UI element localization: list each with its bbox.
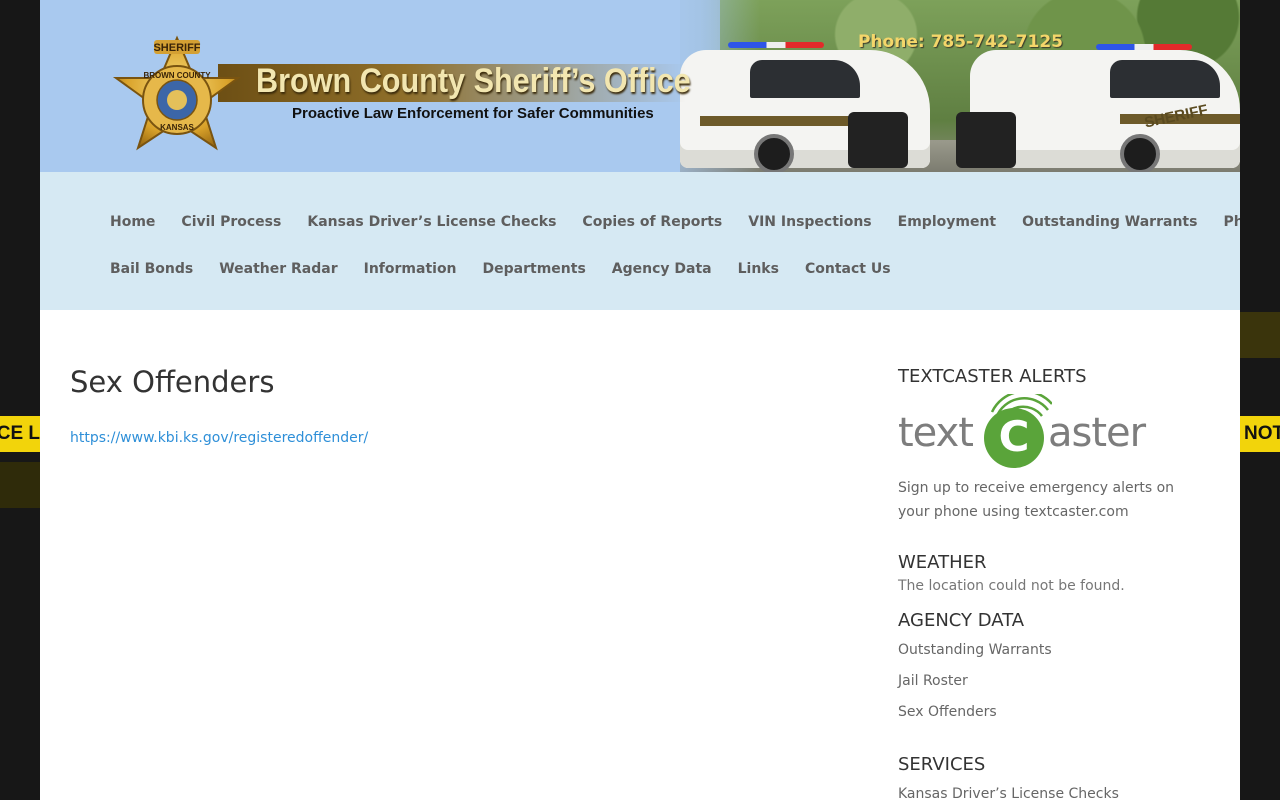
nav-item-links[interactable]: Links	[738, 261, 779, 277]
nav-item-information[interactable]: Information	[364, 261, 457, 277]
nav-item-contact-us[interactable]: Contact Us	[805, 261, 891, 277]
nav-item-civil-process[interactable]: Civil Process	[181, 214, 281, 230]
textcaster-description: Sign up to receive emergency alerts on y…	[898, 480, 1175, 520]
push-bumper-right	[956, 112, 1016, 168]
agency-link-sex-offenders[interactable]: Sex Offenders	[898, 704, 1052, 735]
nav-item-bail-bonds[interactable]: Bail Bonds	[110, 261, 193, 277]
caution-tape-right: NOT	[1240, 416, 1280, 452]
light-bar-icon	[728, 42, 824, 48]
header-phone: Phone: 785-742-7125	[858, 32, 1063, 52]
car-wheel-icon	[754, 134, 794, 172]
services-link-license-checks[interactable]: Kansas Driver’s License Checks	[898, 786, 1119, 800]
car-window	[1110, 60, 1220, 98]
nav-item-vin-inspections[interactable]: VIN Inspections	[748, 214, 871, 230]
agency-data-widget-title: AGENCY DATA	[898, 610, 1025, 631]
car-window	[750, 60, 860, 98]
caution-tape-shadow-left	[0, 462, 40, 508]
textcaster-logo-text-left: text	[898, 410, 974, 456]
sidebar: TEXTCASTER ALERTS text C aster Sign up t…	[898, 366, 1218, 800]
nav-item-license-checks[interactable]: Kansas Driver’s License Checks	[307, 214, 556, 230]
badge-top-text: SHERIFF	[153, 42, 200, 54]
site-title[interactable]: Brown County Sheriff’s Office	[256, 62, 691, 101]
weather-widget-title: WEATHER	[898, 552, 987, 573]
badge-ring-bottom-text: KANSAS	[160, 123, 194, 132]
nav-item-employment[interactable]: Employment	[898, 214, 996, 230]
nav-item-photos[interactable]: Photos	[1223, 214, 1240, 230]
nav-row-1: Home Civil Process Kansas Driver’s Licen…	[110, 214, 1240, 230]
nav-row-2: Bail Bonds Weather Radar Information Dep…	[110, 261, 891, 277]
nav-item-departments[interactable]: Departments	[483, 261, 586, 277]
light-bar-icon	[1096, 44, 1192, 50]
nav-item-home[interactable]: Home	[110, 214, 155, 230]
header-banner: SHERIFF SHERIFF BROWN COUNTY KANSAS Brow…	[40, 0, 1240, 172]
page-container: SHERIFF SHERIFF BROWN COUNTY KANSAS Brow…	[40, 0, 1240, 800]
weather-message: The location could not be found.	[898, 578, 1125, 594]
textcaster-widget-title: TEXTCASTER ALERTS	[898, 366, 1087, 387]
services-widget-title: SERVICES	[898, 754, 986, 775]
nav-item-copies-of-reports[interactable]: Copies of Reports	[582, 214, 722, 230]
caution-tape-shadow-right	[1240, 312, 1280, 358]
page-title: Sex Offenders	[70, 365, 275, 399]
caution-tape-left: CE L	[0, 416, 40, 452]
nav-item-weather-radar[interactable]: Weather Radar	[219, 261, 337, 277]
site-tagline: Proactive Law Enforcement for Safer Comm…	[292, 105, 654, 122]
badge-ring-top-text: BROWN COUNTY	[143, 71, 211, 80]
services-list: Kansas Driver’s License Checks	[898, 786, 1119, 800]
nav-item-agency-data[interactable]: Agency Data	[612, 261, 712, 277]
agency-link-outstanding-warrants[interactable]: Outstanding Warrants	[898, 642, 1052, 673]
kbi-registered-offender-link[interactable]: https://www.kbi.ks.gov/registeredoffende…	[70, 430, 368, 446]
sheriff-badge-icon: SHERIFF BROWN COUNTY KANSAS	[112, 35, 242, 151]
main-navigation: Home Civil Process Kansas Driver’s Licen…	[40, 172, 1240, 310]
agency-data-list: Outstanding Warrants Jail Roster Sex Off…	[898, 642, 1052, 735]
textcaster-logo-c: C	[984, 408, 1044, 468]
nav-item-outstanding-warrants[interactable]: Outstanding Warrants	[1022, 214, 1197, 230]
textcaster-logo-text-right: aster	[1048, 410, 1146, 456]
car-wheel-icon	[1120, 134, 1160, 172]
push-bumper-left	[848, 112, 908, 168]
agency-link-jail-roster[interactable]: Jail Roster	[898, 673, 1052, 704]
